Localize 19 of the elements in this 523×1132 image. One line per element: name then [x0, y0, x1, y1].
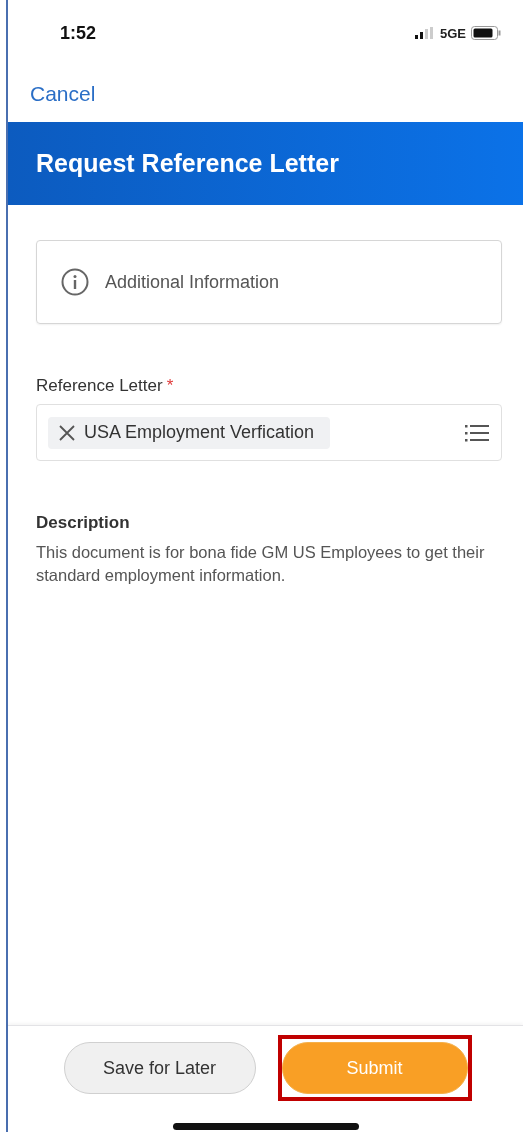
battery-icon — [471, 26, 501, 40]
info-card[interactable]: Additional Information — [36, 240, 502, 324]
signal-icon — [415, 27, 435, 39]
info-icon — [61, 268, 89, 296]
page-title: Request Reference Letter — [36, 149, 339, 178]
cancel-link[interactable]: Cancel — [30, 82, 96, 106]
network-label: 5GE — [440, 25, 466, 41]
required-icon: * — [166, 376, 174, 396]
selected-chip[interactable]: USA Employment Verfication — [48, 416, 331, 449]
list-icon[interactable] — [465, 423, 489, 442]
status-time: 1:52 — [60, 22, 97, 44]
close-icon[interactable] — [58, 423, 76, 442]
save-button[interactable]: Save for Later — [63, 1042, 256, 1094]
description-text: This document is for bona fide GM US Employees to get their standard employment information. — [36, 542, 486, 586]
field-label: Reference Letter — [36, 376, 163, 396]
reference-letter-field[interactable]: USA Employment Verfication — [36, 404, 502, 461]
chip-label: USA Employment Verfication — [84, 422, 315, 443]
info-label: Additional Information — [105, 271, 280, 293]
description-label: Description — [36, 513, 131, 533]
